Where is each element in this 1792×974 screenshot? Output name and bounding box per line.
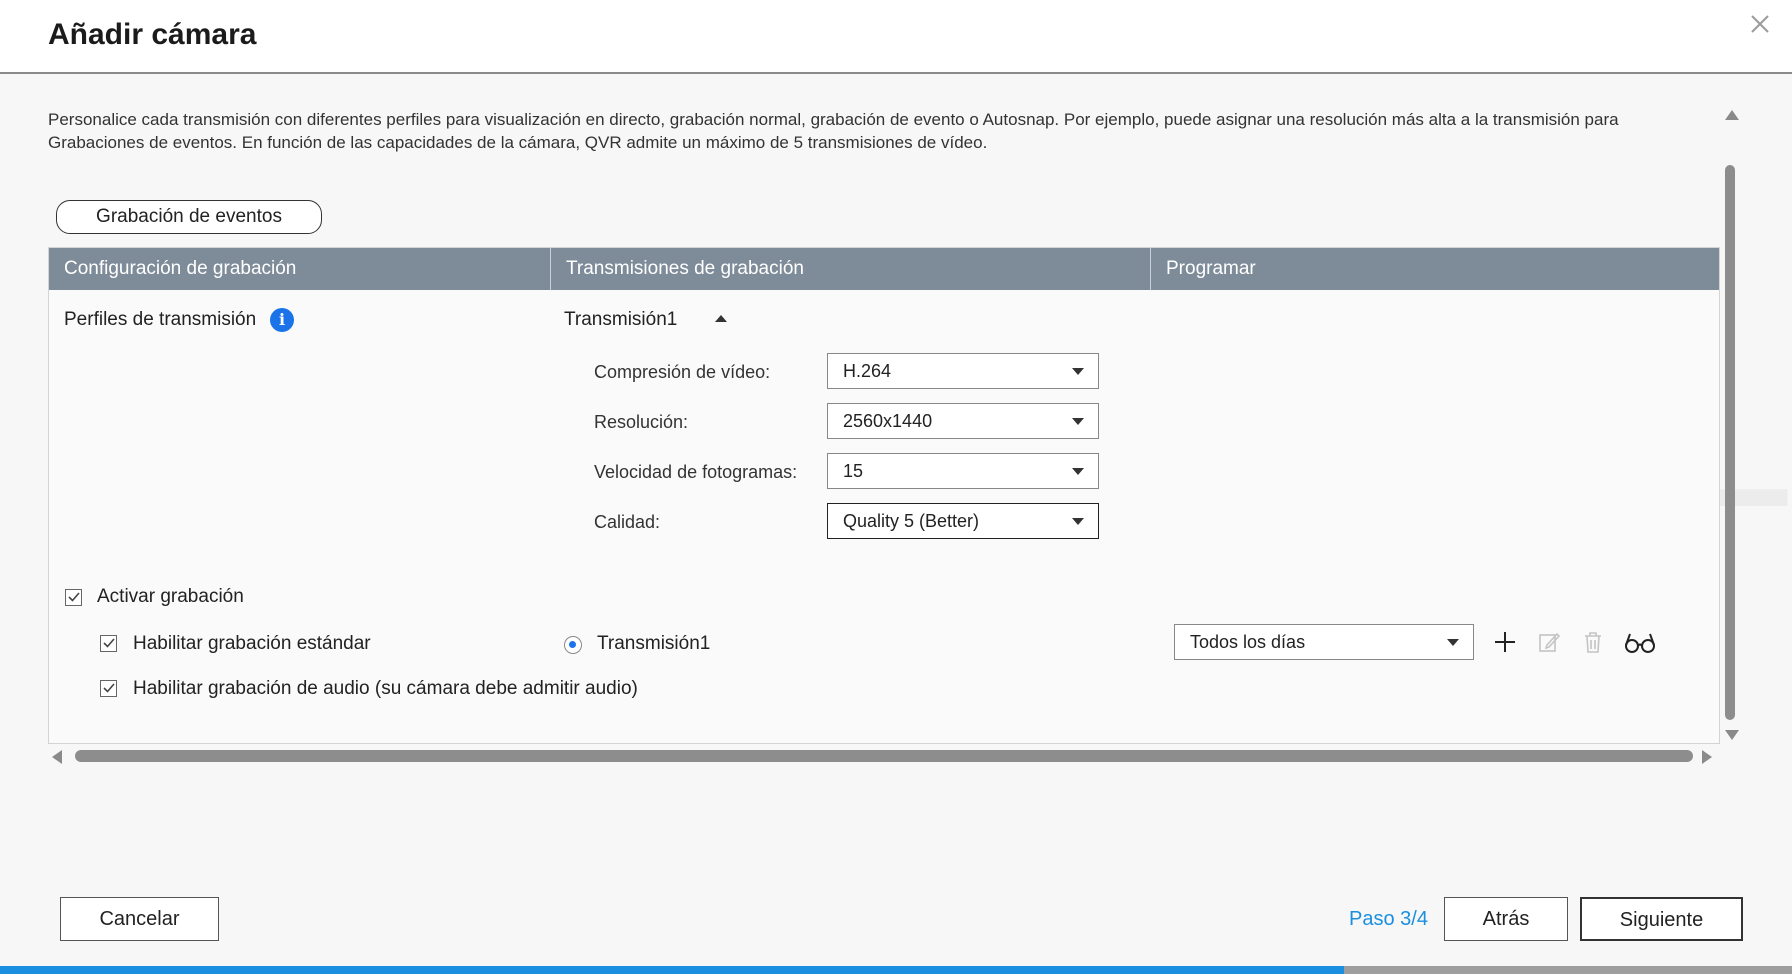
close-icon[interactable]	[1746, 10, 1774, 38]
compression-value: H.264	[843, 361, 892, 381]
activate-recording-label: Activar grabación	[97, 586, 244, 607]
activate-recording-checkbox[interactable]	[65, 589, 82, 606]
resolution-value: 2560x1440	[843, 411, 933, 431]
stream-radio-label: Transmisión1	[597, 633, 711, 654]
glasses-icon[interactable]	[1623, 628, 1657, 656]
scroll-up-arrow-icon[interactable]	[1725, 110, 1739, 120]
event-recording-button[interactable]: Grabación de eventos	[56, 200, 322, 234]
table-header: Configuración de grabación Transmisiones…	[49, 248, 1719, 290]
edit-icon[interactable]	[1535, 628, 1563, 656]
horizontal-scrollbar[interactable]	[75, 750, 1693, 762]
chevron-down-icon	[1072, 368, 1084, 375]
dialog-header: Añadir cámara	[0, 0, 1792, 74]
info-icon[interactable]: i	[270, 308, 294, 332]
recording-table: Configuración de grabación Transmisiones…	[48, 247, 1720, 744]
scroll-left-arrow-icon[interactable]	[52, 750, 62, 764]
quality-label: Calidad:	[594, 512, 661, 532]
audio-recording-checkbox[interactable]	[100, 680, 117, 697]
stream-title: Transmisión1	[564, 309, 678, 330]
chevron-down-icon	[1072, 468, 1084, 475]
stream-profiles-label: Perfiles de transmisión	[64, 309, 257, 330]
quality-select[interactable]: Quality 5 (Better)	[827, 503, 1099, 539]
resolution-label: Resolución:	[594, 412, 689, 432]
schedule-select[interactable]: Todos los días	[1174, 624, 1474, 660]
framerate-label: Velocidad de fotogramas:	[594, 462, 798, 482]
dialog-description: Personalice cada transmisión con diferen…	[48, 110, 1619, 152]
column-header-config: Configuración de grabación	[49, 248, 551, 290]
standard-recording-checkbox[interactable]	[100, 635, 117, 652]
wizard-progress-fill	[0, 966, 1344, 974]
column-header-streams: Transmisiones de grabación	[551, 248, 1151, 290]
vertical-scrollbar[interactable]	[1725, 165, 1735, 720]
dialog-title: Añadir cámara	[48, 18, 257, 51]
chevron-down-icon	[1447, 639, 1459, 646]
collapse-arrow-icon[interactable]	[715, 315, 727, 322]
chevron-down-icon	[1072, 418, 1084, 425]
column-header-schedule: Programar	[1166, 258, 1256, 279]
resolution-select[interactable]: 2560x1440	[827, 403, 1099, 439]
framerate-select[interactable]: 15	[827, 453, 1099, 489]
scroll-down-arrow-icon[interactable]	[1725, 730, 1739, 740]
wizard-progress-bar	[0, 966, 1792, 974]
stream-radio[interactable]	[564, 636, 582, 654]
trash-icon[interactable]	[1579, 628, 1607, 656]
quality-value: Quality 5 (Better)	[843, 511, 980, 531]
next-button[interactable]: Siguiente	[1580, 897, 1743, 941]
compression-select[interactable]: H.264	[827, 353, 1099, 389]
cancel-button[interactable]: Cancelar	[60, 897, 219, 941]
compression-label: Compresión de vídeo:	[594, 362, 771, 382]
audio-recording-label: Habilitar grabación de audio (su cámara …	[133, 678, 638, 699]
step-indicator: Paso 3/4	[1349, 908, 1428, 930]
plus-icon[interactable]	[1491, 628, 1519, 656]
framerate-value: 15	[843, 461, 864, 481]
chevron-down-icon	[1072, 518, 1084, 525]
schedule-value: Todos los días	[1190, 632, 1306, 652]
back-button[interactable]: Atrás	[1444, 897, 1568, 941]
scroll-right-arrow-icon[interactable]	[1702, 750, 1712, 764]
standard-recording-label: Habilitar grabación estándar	[133, 633, 371, 654]
